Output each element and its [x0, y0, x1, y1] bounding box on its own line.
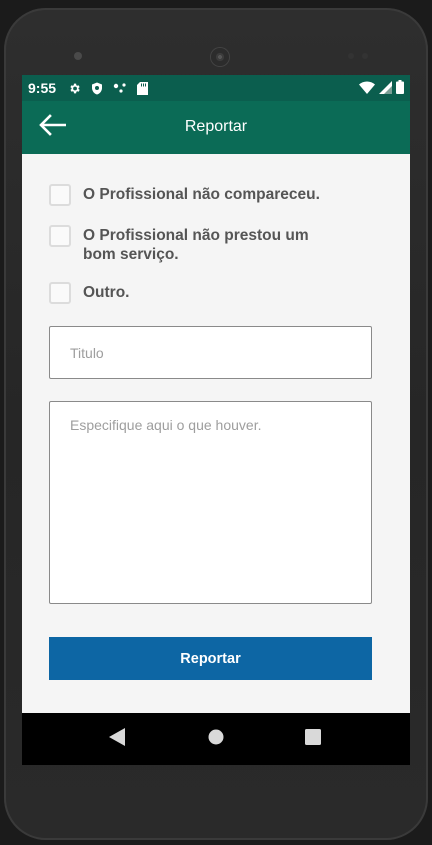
sd-card-icon [137, 81, 149, 95]
earpiece-speaker [211, 48, 229, 66]
dots-icon [113, 81, 127, 95]
title-placeholder: Titulo [70, 344, 104, 361]
gear-icon [68, 81, 81, 95]
checkbox[interactable] [49, 184, 71, 206]
back-triangle-icon [109, 727, 125, 751]
title-input[interactable]: Titulo [49, 326, 372, 379]
front-camera [74, 52, 82, 60]
nav-back-button[interactable] [107, 727, 127, 751]
home-circle-icon [208, 729, 224, 750]
option-nao-prestou-bom-servico[interactable]: O Profissional não prestou um bom serviç… [49, 225, 329, 264]
wifi-icon [359, 80, 375, 99]
recents-square-icon [305, 728, 321, 750]
status-right-group [359, 80, 404, 99]
option-label: O Profissional não compareceu. [83, 186, 320, 203]
option-outro[interactable]: Outro. [49, 282, 130, 304]
option-nao-compareceu[interactable]: O Profissional não compareceu. [49, 184, 320, 206]
status-bar: 9:55 [22, 75, 410, 101]
app-bar: Reportar [22, 101, 410, 154]
system-nav-bar [22, 713, 410, 765]
signal-icon [379, 80, 392, 99]
description-placeholder: Especifique aqui o que houver. [70, 417, 262, 433]
option-label: Outro. [83, 284, 130, 301]
light-sensor [362, 53, 368, 59]
option-label: O Profissional não prestou um bom serviç… [83, 227, 309, 263]
nav-recents-button[interactable] [303, 728, 323, 750]
nav-home-button[interactable] [206, 729, 226, 749]
checkbox[interactable] [49, 282, 71, 304]
report-form: O Profissional não compareceu. O Profiss… [22, 154, 410, 713]
shield-icon [91, 81, 103, 95]
battery-icon [396, 80, 404, 99]
page-title: Reportar [184, 118, 248, 135]
checkbox[interactable] [49, 225, 71, 247]
device-screen: 9:55 Reportar O Profissional não compare… [22, 75, 410, 765]
submit-report-button[interactable]: Reportar [49, 637, 372, 680]
description-textarea[interactable]: Especifique aqui o que houver. [49, 401, 372, 604]
submit-label: Reportar [180, 650, 241, 667]
status-time: 9:55 [28, 80, 57, 96]
proximity-sensor [348, 53, 354, 59]
